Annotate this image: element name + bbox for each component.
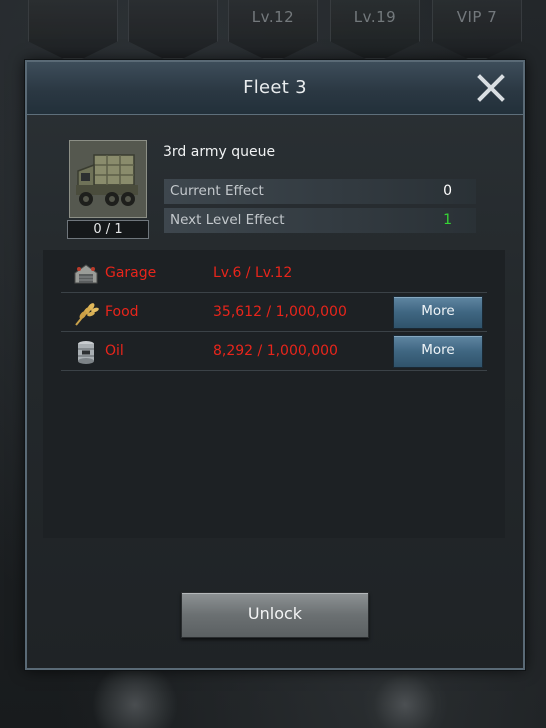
requirement-amount: 35,612 / 1,000,000 <box>213 304 347 320</box>
next-effect-value: 1 <box>443 212 452 228</box>
fleet-dialog: Fleet 3 0 / 1 3rd army queue Current Eff… <box>25 60 525 670</box>
requirement-amount: Lv.6 / Lv.12 <box>213 265 293 281</box>
wheat-icon <box>73 300 99 326</box>
requirement-name: Food <box>105 304 139 320</box>
background-vehicle-right <box>360 670 450 728</box>
requirement-name: Oil <box>105 343 124 359</box>
requirement-row-oil: Oil 8,292 / 1,000,000 More <box>61 332 487 371</box>
current-effect-row: Current Effect 0 <box>164 179 476 204</box>
current-effect-label: Current Effect <box>170 183 264 199</box>
requirement-amount: 8,292 / 1,000,000 <box>213 343 338 359</box>
unlock-button[interactable]: Unlock <box>181 592 369 638</box>
food-more-button[interactable]: More <box>393 296 483 329</box>
oil-barrel-icon <box>73 339 99 365</box>
requirement-name: Garage <box>105 265 157 281</box>
next-effect-row: Next Level Effect 1 <box>164 208 476 233</box>
queue-count: 0 / 1 <box>67 220 149 239</box>
dialog-titlebar: Fleet 3 <box>27 62 523 115</box>
truck-icon <box>69 140 147 218</box>
queue-name: 3rd army queue <box>163 144 276 160</box>
close-icon[interactable] <box>475 72 507 104</box>
garage-icon <box>73 261 99 287</box>
requirement-row-food: Food 35,612 / 1,000,000 More <box>61 293 487 332</box>
next-effect-label: Next Level Effect <box>170 212 285 228</box>
background-vehicle-left <box>90 670 180 728</box>
current-effect-value: 0 <box>443 183 452 199</box>
dialog-title: Fleet 3 <box>243 77 307 98</box>
requirement-row-garage: Garage Lv.6 / Lv.12 <box>61 254 487 293</box>
oil-more-button[interactable]: More <box>393 335 483 368</box>
requirements-panel: Garage Lv.6 / Lv.12 Food 35,612 / 1,000,… <box>43 250 505 538</box>
